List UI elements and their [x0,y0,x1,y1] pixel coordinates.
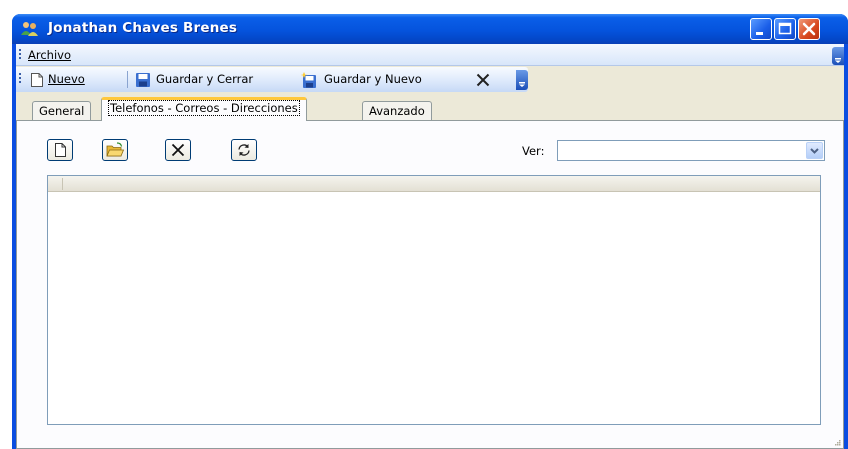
toolbar-overflow-button[interactable] [516,70,528,90]
save-new-button[interactable]: Guardar y Nuevo [324,72,422,86]
toolbar: Nuevo Guardar y Cerrar Guardar y Nuevo [16,67,528,92]
grid-column-divider[interactable] [62,178,63,190]
open-record-button[interactable] [102,139,128,161]
window-client: Archivo Nuevo Guardar y Cerrar Guardar y… [16,44,844,449]
close-icon [802,22,816,36]
minimize-icon [756,32,763,35]
title-bar[interactable]: Jonathan Chaves Brenes [12,14,848,44]
ver-select[interactable] [557,140,825,161]
maximize-icon [778,22,792,35]
resize-grip-icon[interactable] [833,438,841,446]
tab-avanzado[interactable]: Avanzado [362,101,432,120]
chevron-down-icon [810,148,819,154]
contacts-icon [21,22,38,36]
open-folder-icon [106,142,125,157]
tab-avanzado-label: Avanzado [369,104,425,118]
window-title: Jonathan Chaves Brenes [48,20,238,36]
chevron-down-icon [835,58,841,63]
tab-panel: Ver: [16,120,844,449]
minimize-button[interactable] [750,18,772,40]
delete-record-button[interactable] [165,139,191,161]
new-button-label: Nuevo [48,72,85,86]
new-document-icon [55,143,66,157]
refresh-icon [238,144,250,156]
toolbar-separator [127,71,128,88]
new-button[interactable]: Nuevo [48,72,85,86]
delete-toolbar-button[interactable] [475,72,491,88]
close-button[interactable] [798,18,820,40]
menu-archivo-label: Archivo [28,48,71,62]
menubar-overflow-button[interactable] [832,47,844,65]
tab-general-label: General [39,104,85,118]
menu-bar: Archivo [16,44,844,66]
tab-general[interactable]: General [32,101,92,120]
refresh-button[interactable] [231,139,257,161]
delete-icon [171,143,185,157]
tab-telefonos-correos-direcciones[interactable]: Telefonos - Correos - Direcciones [101,97,307,121]
save-new-icon [301,72,316,88]
save-icon [136,73,150,87]
new-document-icon [31,73,43,87]
app-window: Jonathan Chaves Brenes Archivo Nuevo Gua… [12,14,848,449]
tab-telefonos-label: Telefonos - Correos - Direcciones [108,100,300,116]
ver-label: Ver: [522,144,545,158]
tab-strip: General Telefonos - Correos - Direccione… [16,97,844,121]
chevron-down-icon [519,82,525,87]
grid-header [48,176,820,192]
new-record-button[interactable] [47,139,73,161]
menu-archivo[interactable]: Archivo [28,48,71,62]
records-grid[interactable] [47,175,821,425]
ver-select-arrow[interactable] [806,142,823,159]
menubar-grip[interactable] [19,49,22,61]
toolbar-grip[interactable] [19,73,22,85]
save-close-button[interactable]: Guardar y Cerrar [156,72,253,86]
maximize-button[interactable] [774,18,796,40]
